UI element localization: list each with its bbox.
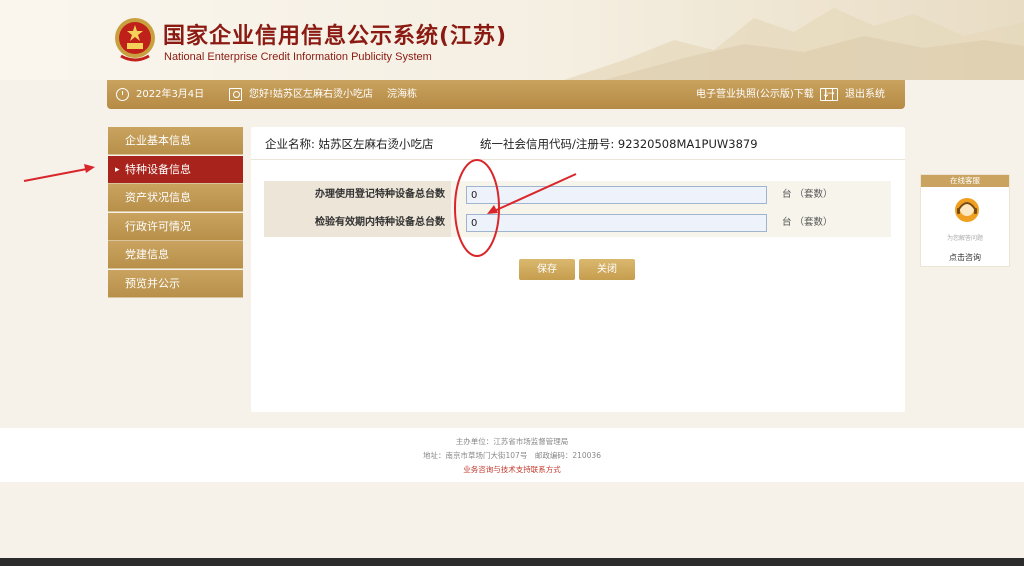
- user-name: 浣海栋: [387, 89, 418, 100]
- registered-count-unit: 台 （套数）: [782, 189, 833, 200]
- footer-sponsor: 主办单位：江苏省市场监督管理局: [455, 437, 569, 446]
- site-subtitle: National Enterprise Credit Information P…: [164, 51, 432, 63]
- mountain-decoration: [564, 8, 1024, 80]
- download-label: 电子营业执照(公示版)下载: [696, 89, 814, 100]
- registered-count-label: 办理使用登记特种设备总台数: [264, 181, 451, 209]
- footer: 主办单位：江苏省市场监督管理局 地址：南京市草场门大街107号 邮政编码：210…: [0, 428, 1024, 482]
- form-row-inspected: 检验有效期内特种设备总台数 台 （套数）: [264, 209, 891, 237]
- inspected-count-label: 检验有效期内特种设备总台数: [264, 209, 451, 237]
- date-display: 2022年3月4日: [116, 80, 204, 109]
- sidebar-item-party-building[interactable]: 党建信息: [108, 241, 243, 269]
- service-subtitle: 为您解答问题: [946, 235, 983, 242]
- close-button[interactable]: 关闭: [579, 259, 635, 280]
- sidebar-item-basic-info[interactable]: 企业基本信息: [108, 127, 243, 155]
- service-title: 在线客服: [921, 175, 1009, 187]
- user-greeting: 您好!姑苏区左麻右烫小吃店 浣海栋: [229, 80, 417, 109]
- credit-code: 92320508MA1PUW3879: [617, 137, 758, 151]
- greeting-text: 您好!姑苏区左麻右烫小吃店: [249, 89, 374, 100]
- footer-address: 地址：南京市草场门大街107号 邮政编码：210036: [423, 451, 601, 460]
- system-taskbar: [0, 558, 1024, 566]
- site-header: 国家企业信用信息公示系统(江苏) National Enterprise Cre…: [0, 0, 1024, 80]
- divider: [251, 159, 905, 160]
- main-panel: 企业名称: 姑苏区左麻右烫小吃店 统一社会信用代码/注册号: 92320508M…: [251, 127, 905, 412]
- form-row-registered: 办理使用登记特种设备总台数 台 （套数）: [264, 181, 891, 209]
- sidebar-item-admin-license[interactable]: 行政许可情况: [108, 212, 243, 241]
- logout-link[interactable]: 退出系统: [825, 80, 885, 109]
- inspected-count-unit: 台 （套数）: [782, 217, 833, 228]
- sidebar-nav: 企业基本信息 特种设备信息 资产状况信息 行政许可情况 党建信息 预览并公示: [108, 127, 243, 298]
- company-label: 企业名称:: [265, 137, 315, 151]
- national-emblem-icon: [115, 18, 155, 62]
- sidebar-item-special-equipment[interactable]: 特种设备信息: [108, 155, 243, 184]
- arrow-to-sidebar: [23, 164, 95, 182]
- company-name-line: 企业名称: 姑苏区左麻右烫小吃店: [265, 136, 434, 152]
- user-icon: [229, 88, 242, 101]
- service-consult-link[interactable]: 点击咨询: [921, 252, 1009, 263]
- credit-code-line: 统一社会信用代码/注册号: 92320508MA1PUW3879: [480, 136, 758, 152]
- company-name: 姑苏区左麻右烫小吃店: [318, 137, 434, 151]
- clock-icon: [116, 88, 129, 101]
- credit-label: 统一社会信用代码/注册号:: [480, 137, 615, 151]
- sidebar-item-preview-publish[interactable]: 预览并公示: [108, 269, 243, 298]
- site-title: 国家企业信用信息公示系统(江苏): [163, 24, 508, 49]
- save-button[interactable]: 保存: [519, 259, 575, 280]
- customer-service-icon: [955, 198, 979, 222]
- equipment-form: 办理使用登记特种设备总台数 台 （套数） 检验有效期内特种设备总台数 台 （套数…: [264, 181, 891, 237]
- top-toolbar: 2022年3月4日 您好!姑苏区左麻右烫小吃店 浣海栋 电子营业执照(公示版)下…: [107, 80, 905, 109]
- inspected-count-input[interactable]: [466, 214, 767, 232]
- registered-count-input[interactable]: [466, 186, 767, 204]
- logout-label: 退出系统: [845, 89, 885, 100]
- footer-support-link[interactable]: 业务咨询与技术支持联系方式: [0, 464, 1024, 475]
- download-license-link[interactable]: 电子营业执照(公示版)下载: [696, 80, 840, 109]
- logout-icon: [825, 80, 838, 109]
- date-text: 2022年3月4日: [136, 89, 205, 100]
- sidebar-item-assets[interactable]: 资产状况信息: [108, 184, 243, 212]
- online-service-widget[interactable]: 在线客服 为您解答问题 点击咨询: [920, 174, 1010, 267]
